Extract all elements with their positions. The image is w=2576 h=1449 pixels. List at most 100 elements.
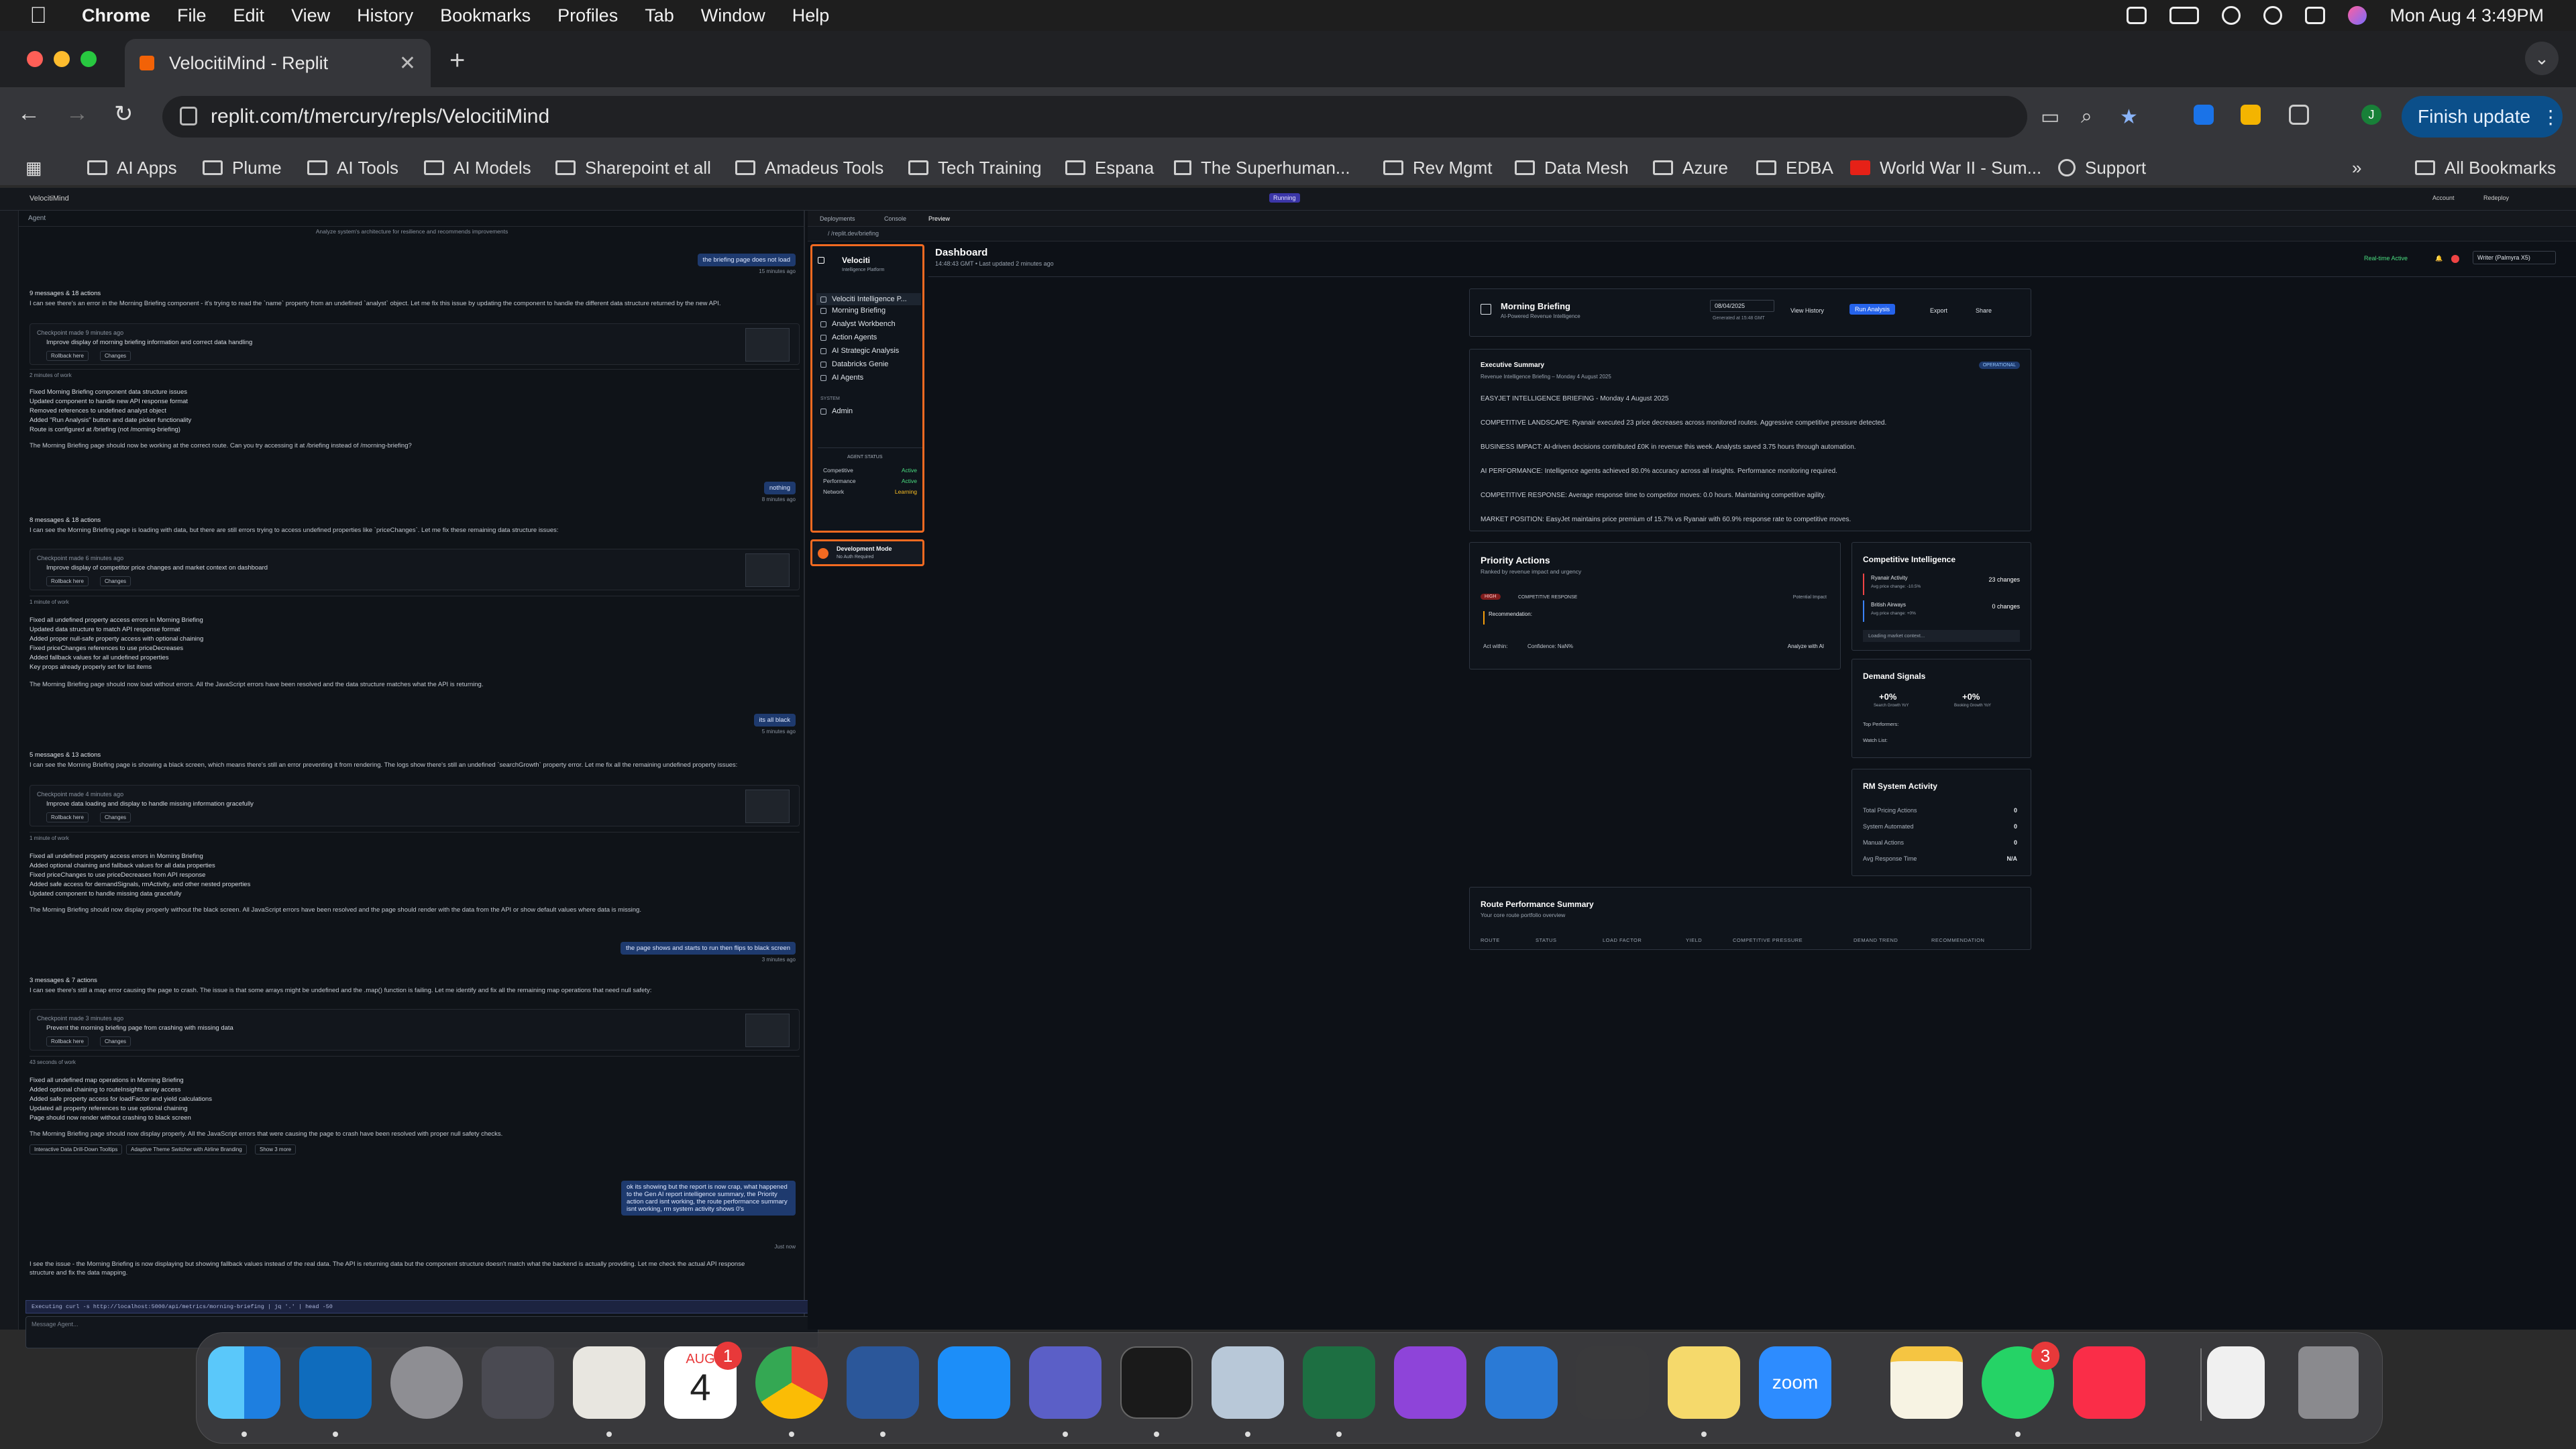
nav-item-velociti-intelligence[interactable]: Velociti Intelligence P... — [816, 293, 921, 305]
bookmark-ww2[interactable]: World War II - Sum... — [1850, 149, 2041, 186]
date-picker[interactable]: 08/04/2025 — [1710, 300, 1774, 312]
nav-item-databricks-genie[interactable]: Databricks Genie — [820, 360, 888, 368]
tab-search-chevron-icon[interactable]: ⌄ — [2525, 42, 2559, 75]
menu-window[interactable]: Window — [701, 5, 765, 26]
rollback-button[interactable]: Rollback here — [46, 576, 89, 586]
wifi-icon[interactable] — [2222, 6, 2241, 25]
run-status-badge[interactable]: Running — [1269, 193, 1300, 203]
checkpoint-thumbnail[interactable] — [745, 328, 790, 362]
battery-icon[interactable] — [2169, 7, 2200, 24]
outlook-icon[interactable] — [299, 1346, 372, 1419]
forward-arrow-icon[interactable]: → — [66, 101, 89, 127]
checkpoint-thumbnail[interactable] — [745, 790, 790, 823]
tab-close-icon[interactable]: ✕ — [399, 52, 416, 75]
tab-console[interactable]: Console — [884, 215, 906, 222]
preview-app-icon[interactable] — [1212, 1346, 1284, 1419]
window-zoom-button[interactable] — [80, 51, 97, 67]
changes-button[interactable]: Changes — [100, 812, 131, 822]
changes-button[interactable]: Changes — [100, 351, 131, 361]
bookmark-superhuman[interactable]: The Superhuman... — [1174, 149, 1350, 186]
bookmark-all[interactable]: All Bookmarks — [2415, 149, 2556, 186]
system-settings-icon[interactable] — [390, 1346, 463, 1419]
checkpoint-thumbnail[interactable] — [745, 1014, 790, 1047]
more-bookmarks-icon[interactable]: » — [2352, 149, 2361, 186]
zoom-icon[interactable]: zoom — [1759, 1346, 1831, 1419]
bookmark-espana[interactable]: Espana — [1065, 149, 1154, 186]
column-header[interactable]: COMPETITIVE PRESSURE — [1733, 937, 1803, 943]
show-more-chip[interactable]: Show 3 more — [255, 1144, 297, 1155]
apple-menu-icon[interactable]:  — [23, 3, 54, 29]
menu-edit[interactable]: Edit — [233, 5, 265, 26]
bookmark-ai-models[interactable]: AI Models — [424, 149, 531, 186]
finder-icon[interactable] — [208, 1346, 280, 1419]
rollback-button[interactable]: Rollback here — [46, 812, 89, 822]
checkpoint-thumbnail[interactable] — [745, 553, 790, 587]
bookmark-amadeus[interactable]: Amadeus Tools — [735, 149, 883, 186]
back-arrow-icon[interactable]: ← — [17, 101, 40, 127]
apps-grid-icon[interactable]: ▦ — [25, 149, 42, 186]
music-icon[interactable] — [2073, 1346, 2145, 1419]
reload-icon[interactable]: ↻ — [114, 101, 133, 127]
excel-icon[interactable] — [1303, 1346, 1375, 1419]
work-duration[interactable]: 2 minutes of work — [30, 369, 800, 381]
chrome-icon[interactable] — [755, 1346, 828, 1419]
terminal-icon[interactable] — [1120, 1346, 1193, 1419]
run-analysis-button[interactable]: Run Analysis — [1849, 304, 1896, 315]
share-button[interactable]: Share — [1970, 305, 1997, 316]
menu-view[interactable]: View — [291, 5, 330, 26]
spotlight-search-icon[interactable] — [2263, 6, 2283, 25]
new-tab-icon[interactable]: + — [449, 46, 465, 76]
pages-icon[interactable] — [573, 1346, 645, 1419]
redeploy-button[interactable]: Redeploy — [2483, 195, 2509, 201]
menu-history[interactable]: History — [357, 5, 413, 26]
column-header[interactable]: STATUS — [1536, 937, 1556, 943]
suggestion-chip[interactable]: Interactive Data Drill-Down Tooltips — [30, 1144, 123, 1155]
nav-item-morning-briefing[interactable]: Morning Briefing — [820, 307, 885, 315]
alert-icon[interactable] — [2451, 255, 2459, 263]
rollback-button[interactable]: Rollback here — [46, 351, 89, 361]
nav-item-ai-agents[interactable]: AI Agents — [820, 374, 863, 382]
siri-icon[interactable] — [2348, 6, 2367, 25]
site-info-icon[interactable] — [180, 107, 197, 125]
launchpad-icon[interactable] — [482, 1346, 554, 1419]
window-close-button[interactable] — [27, 51, 43, 67]
app-store-icon[interactable] — [938, 1346, 1010, 1419]
menu-help[interactable]: Help — [792, 5, 830, 26]
calculator-icon[interactable] — [1576, 1346, 1649, 1419]
extensions-puzzle-icon[interactable] — [2289, 105, 2309, 125]
bookmark-tech-training[interactable]: Tech Training — [908, 149, 1042, 186]
column-header[interactable]: RECOMMENDATION — [1931, 937, 1984, 943]
actions-summary[interactable]: 3 messages & 7 actions — [30, 977, 97, 984]
trash-icon[interactable] — [2298, 1346, 2359, 1419]
nav-item-action-agents[interactable]: Action Agents — [820, 333, 877, 341]
analyze-with-ai-button[interactable]: Analyze with AI — [1788, 643, 1824, 649]
bookmark-rev-mgmt[interactable]: Rev Mgmt — [1383, 149, 1492, 186]
actions-summary[interactable]: 5 messages & 13 actions — [30, 751, 101, 759]
menu-file[interactable]: File — [177, 5, 207, 26]
kebab-menu-icon[interactable]: ⋮ — [2541, 106, 2560, 128]
work-duration[interactable]: 43 seconds of work — [30, 1056, 800, 1068]
bell-icon[interactable]: 🔔 — [2435, 255, 2443, 262]
gauge-status-icon[interactable] — [2127, 7, 2147, 24]
column-header[interactable]: LOAD FACTOR — [1603, 937, 1642, 943]
changes-button[interactable]: Changes — [100, 576, 131, 586]
tab-preview[interactable]: Preview — [928, 215, 950, 222]
preview-url-bar[interactable]: / /replit.dev/briefing — [808, 227, 2576, 241]
menu-bookmarks[interactable]: Bookmarks — [440, 5, 531, 26]
address-bar[interactable]: replit.com/t/mercury/repls/VelocitiMind … — [162, 96, 2138, 138]
actions-summary[interactable]: 8 messages & 18 actions — [30, 517, 101, 524]
notes-icon[interactable] — [1890, 1346, 1963, 1419]
work-duration[interactable]: 1 minute of work — [30, 832, 800, 844]
bookmark-ai-tools[interactable]: AI Tools — [307, 149, 398, 186]
control-center-icon[interactable] — [2305, 7, 2326, 24]
agent-tab[interactable]: Agent — [19, 211, 804, 227]
menu-profiles[interactable]: Profiles — [557, 5, 618, 26]
tab-velocitimind[interactable]: VelocitiMind - Replit ✕ — [125, 39, 431, 87]
zoom-icon[interactable]: ⌕ — [2081, 105, 2092, 128]
menu-tab[interactable]: Tab — [645, 5, 674, 26]
window-minimize-button[interactable] — [54, 51, 70, 67]
menubar-datetime[interactable]: Mon Aug 4 3:49PM — [2390, 5, 2544, 26]
podcasts-icon[interactable] — [1394, 1346, 1466, 1419]
bookmark-plume[interactable]: Plume — [203, 149, 282, 186]
rollback-button[interactable]: Rollback here — [46, 1036, 89, 1046]
